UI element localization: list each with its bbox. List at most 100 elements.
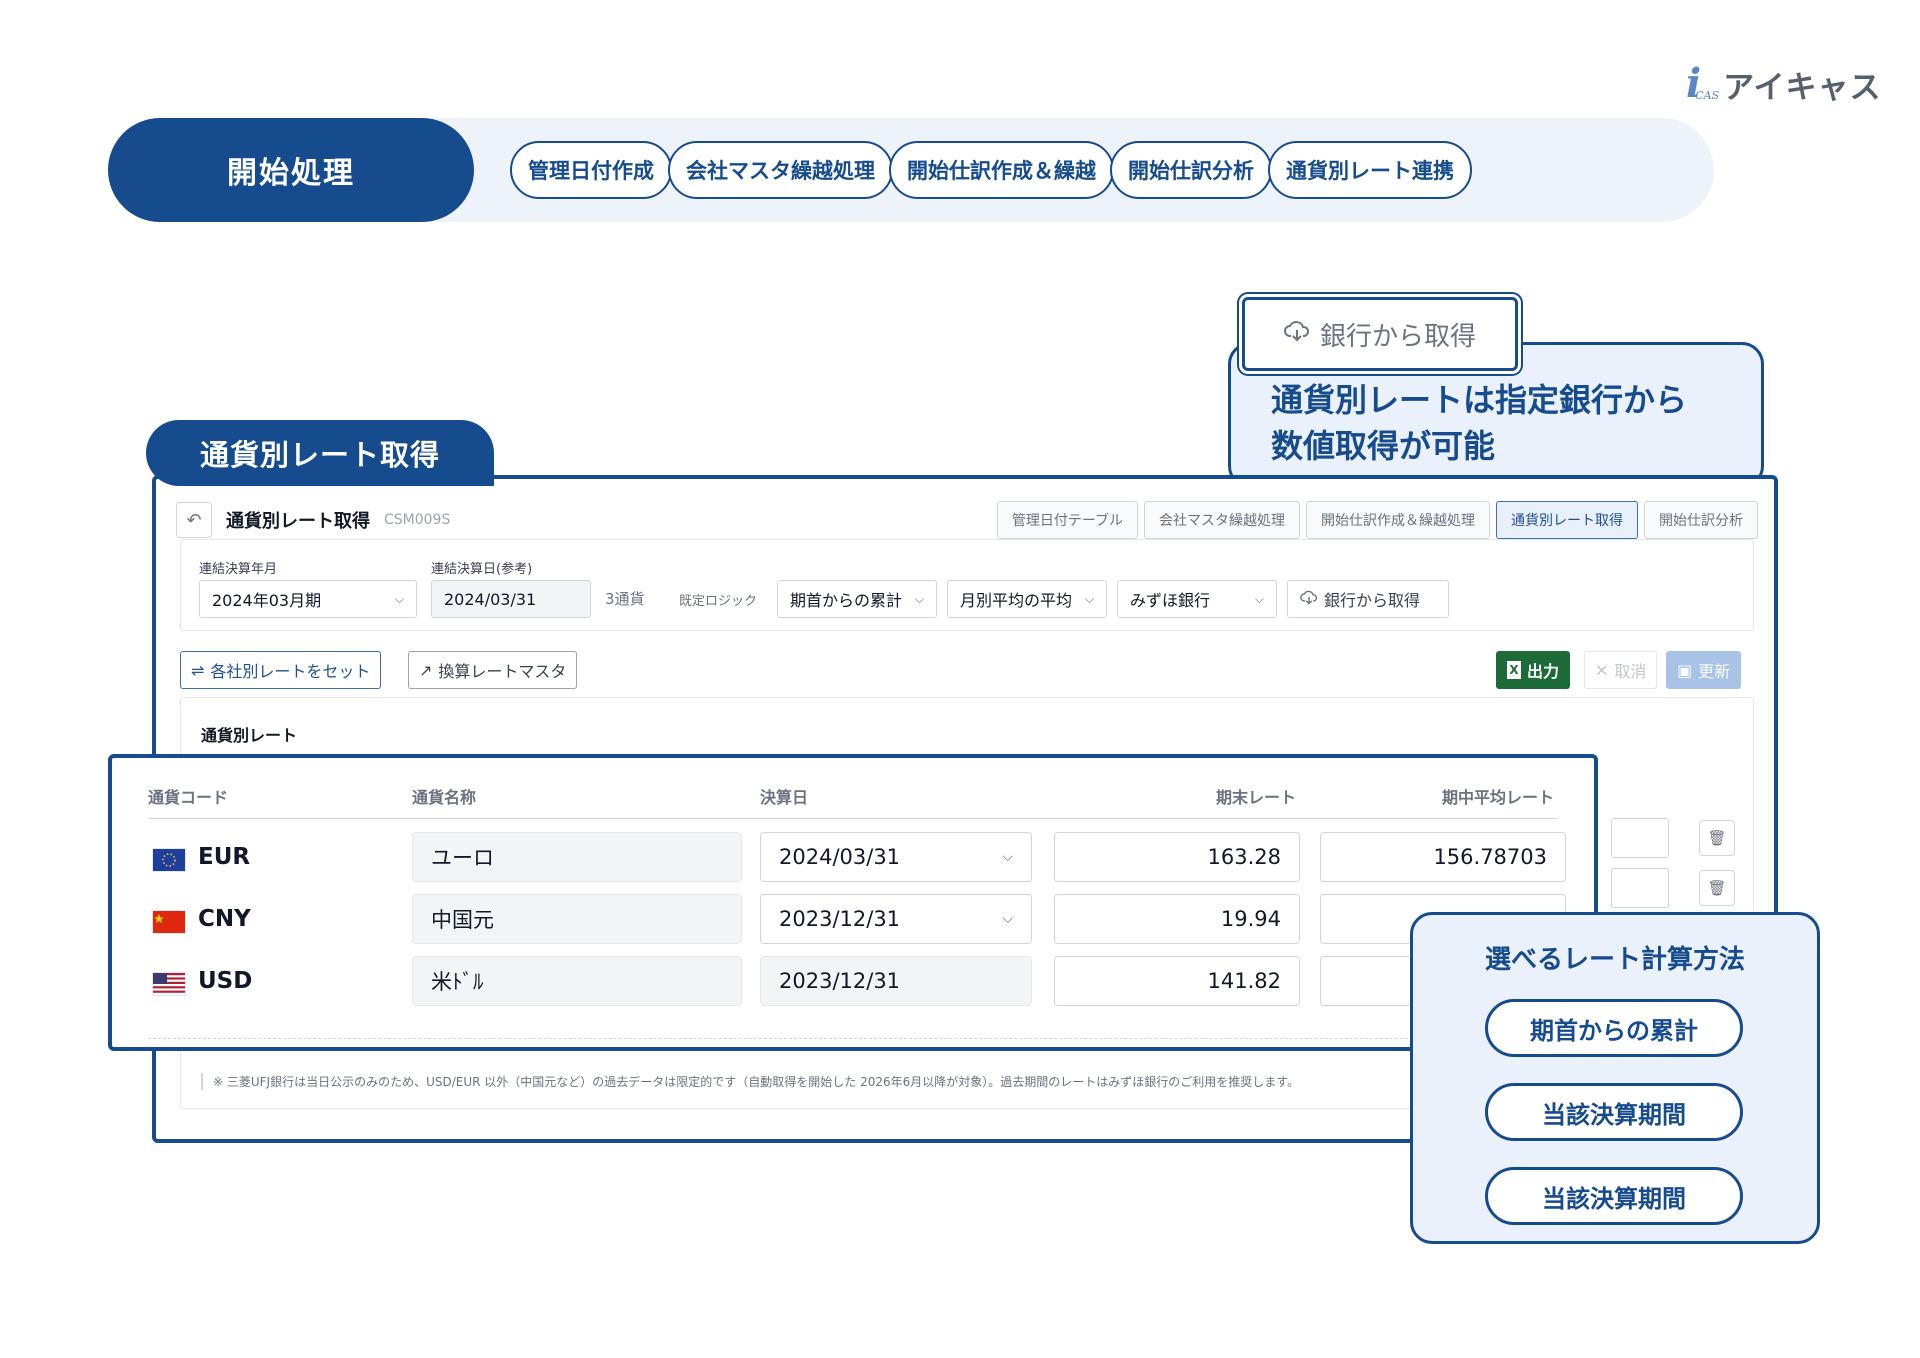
settlement-date-select[interactable]: 2023/12/31 ⌵ (760, 894, 1032, 944)
process-step: 開始仕訳作成＆繰越 (889, 141, 1114, 199)
settlement-date: 2024/03/31 (779, 845, 901, 869)
cloud-download-icon (1300, 590, 1318, 609)
footnote: ※ 三菱UFJ銀行は当日公示のみのため、USD/EUR 以外（中国元など）の過去… (201, 1073, 1299, 1090)
eu-flag-icon (152, 848, 186, 872)
method-current-period-2: 当該決算期間 (1485, 1167, 1743, 1225)
currency-count: 3通貨 (605, 590, 645, 608)
export-excel-button[interactable]: X 出力 (1496, 651, 1571, 689)
fetch-from-bank-button-zoom[interactable]: 銀行から取得 (1242, 297, 1518, 371)
rate-master-button[interactable]: ↗ 換算レートマスタ (408, 651, 578, 689)
fetch-from-bank-button[interactable]: 銀行から取得 (1287, 580, 1449, 618)
settlement-date: 2023/12/31 (779, 969, 901, 993)
bank-callout-line1: 通貨別レートは指定銀行から (1271, 381, 1688, 419)
tab-opening-entries[interactable]: 開始仕訳作成＆繰越処理 (1306, 501, 1490, 539)
period-label: 連結決算年月 (199, 562, 278, 577)
currency-name: ユーロ (431, 846, 494, 870)
col-header-closing: 期末レート (1216, 788, 1297, 807)
bank-callout-text: 通貨別レートは指定銀行から 数値取得が可能 (1271, 377, 1687, 469)
closing-rate: 163.28 (1207, 845, 1281, 869)
currency-code: USD (198, 968, 253, 994)
cancel-label: 取消 (1614, 662, 1647, 681)
bank-callout-line2: 数値取得が可能 (1271, 427, 1496, 465)
rate-methods-callout: 選べるレート計算方法 期首からの累計 当該決算期間 当該決算期間 (1410, 912, 1820, 1244)
process-step: 管理日付作成 (510, 141, 672, 199)
logic-value: 期首からの累計 (790, 591, 903, 610)
closing-rate-input[interactable]: 141.82 (1054, 956, 1300, 1006)
footer-divider (148, 1038, 1558, 1039)
date-label: 連結決算日(参考) (431, 562, 533, 577)
tab-company-carryover[interactable]: 会社マスタ繰越処理 (1144, 501, 1300, 539)
chevron-down-icon: ⌵ (1002, 849, 1013, 865)
cancel-button[interactable]: ✕ 取消 (1584, 651, 1658, 689)
period-select[interactable]: 2024年03月期 ⌵ (199, 580, 417, 618)
header-divider (148, 818, 1558, 819)
tab-currency-rates[interactable]: 通貨別レート取得 (1496, 501, 1638, 539)
window-title: 通貨別レート取得 (226, 511, 370, 532)
window-header: ↶ 通貨別レート取得 CSM009S 管理日付テーブル 会社マスタ繰越処理 開始… (176, 499, 1758, 541)
process-current: 開始処理 (108, 118, 474, 222)
table-row: CNY 中国元 2023/12/31 ⌵ 19.94 (112, 894, 1594, 946)
closing-rate-input[interactable]: 163.28 (1054, 832, 1300, 882)
average-rate: 156.78703 (1433, 845, 1547, 869)
logo-sub: CAS (1695, 88, 1720, 102)
col-header-date: 決算日 (760, 788, 809, 807)
swap-icon: ⇌ (191, 660, 205, 680)
rate-master-label: 換算レートマスタ (438, 662, 567, 681)
currency-name: 米ﾄﾞﾙ (431, 970, 484, 994)
brand-logo: i CAS アイキャス (1686, 62, 1882, 106)
currency-code: EUR (198, 844, 251, 870)
fetch-button-label: 銀行から取得 (1324, 591, 1421, 610)
chevron-down-icon: ⌵ (1084, 591, 1094, 606)
currency-code: CNY (198, 906, 251, 932)
set-company-rates-button[interactable]: ⇌ 各社別レートをセット (180, 651, 382, 689)
row-input[interactable] (1611, 868, 1669, 908)
save-icon: ▣ (1677, 660, 1693, 680)
process-step: 開始仕訳分析 (1110, 141, 1272, 199)
closing-rate: 141.82 (1207, 969, 1281, 993)
average-select[interactable]: 月別平均の平均 ⌵ (947, 580, 1107, 618)
back-icon[interactable]: ↶ (176, 502, 212, 538)
table-row: EUR ユーロ 2024/03/31 ⌵ 163.28 156.78703 (112, 832, 1594, 884)
logic-label: 既定ロジック (679, 594, 758, 609)
update-label: 更新 (1698, 662, 1731, 681)
tab-date-table[interactable]: 管理日付テーブル (996, 501, 1138, 539)
update-button[interactable]: ▣ 更新 (1666, 651, 1742, 689)
bank-value: みずほ銀行 (1130, 591, 1211, 610)
process-step: 会社マスタ繰越処理 (668, 141, 893, 199)
fetch-from-bank-label: 銀行から取得 (1319, 321, 1476, 352)
process-step: 通貨別レート連携 (1268, 141, 1472, 199)
trash-icon[interactable]: 🗑 (1699, 870, 1735, 906)
chevron-down-icon: ⌵ (1002, 911, 1013, 927)
currency-name: 中国元 (431, 908, 494, 932)
col-header-code: 通貨コード (148, 788, 229, 807)
row-input[interactable] (1611, 818, 1669, 858)
section-label: 通貨別レート取得 (146, 420, 494, 486)
filter-panel: 連結決算年月 2024年03月期 ⌵ 連結決算日(参考) 2024/03/31 … (180, 539, 1754, 631)
screen-code: CSM009S (384, 512, 451, 528)
close-icon: ✕ (1595, 660, 1609, 680)
currency-name-field: 中国元 (412, 894, 742, 944)
external-link-icon: ↗ (419, 660, 433, 680)
trash-icon[interactable]: 🗑 (1699, 820, 1735, 856)
bank-select[interactable]: みずほ銀行 ⌵ (1117, 580, 1277, 618)
tab-opening-analysis[interactable]: 開始仕訳分析 (1644, 501, 1758, 539)
chevron-down-icon: ⌵ (1254, 591, 1264, 606)
process-steps: 管理日付作成 会社マスタ繰越処理 開始仕訳作成＆繰越 開始仕訳分析 通貨別レート… (510, 141, 1472, 199)
logic-select[interactable]: 期首からの累計 ⌵ (777, 580, 937, 618)
col-header-average: 期中平均レート (1442, 788, 1555, 807)
date-field: 2024/03/31 (431, 580, 591, 618)
date-value: 2024/03/31 (444, 589, 537, 609)
chevron-down-icon: ⌵ (394, 591, 404, 606)
settlement-date: 2023/12/31 (779, 907, 901, 931)
set-company-rates-label: 各社別レートをセット (210, 662, 371, 681)
china-flag-icon (152, 910, 186, 934)
closing-rate-input[interactable]: 19.94 (1054, 894, 1300, 944)
method-cumulative: 期首からの累計 (1485, 999, 1743, 1057)
closing-rate: 19.94 (1220, 907, 1281, 931)
average-rate-input[interactable]: 156.78703 (1320, 832, 1566, 882)
settlement-date-select[interactable]: 2024/03/31 ⌵ (760, 832, 1032, 882)
excel-icon: X (1507, 661, 1521, 679)
method-current-period: 当該決算期間 (1485, 1083, 1743, 1141)
rate-table-zoom: 通貨コード 通貨名称 決算日 期末レート 期中平均レート EUR ユーロ 202… (108, 754, 1598, 1051)
table-row: USD 米ﾄﾞﾙ 2023/12/31 141.82 (112, 956, 1594, 1008)
